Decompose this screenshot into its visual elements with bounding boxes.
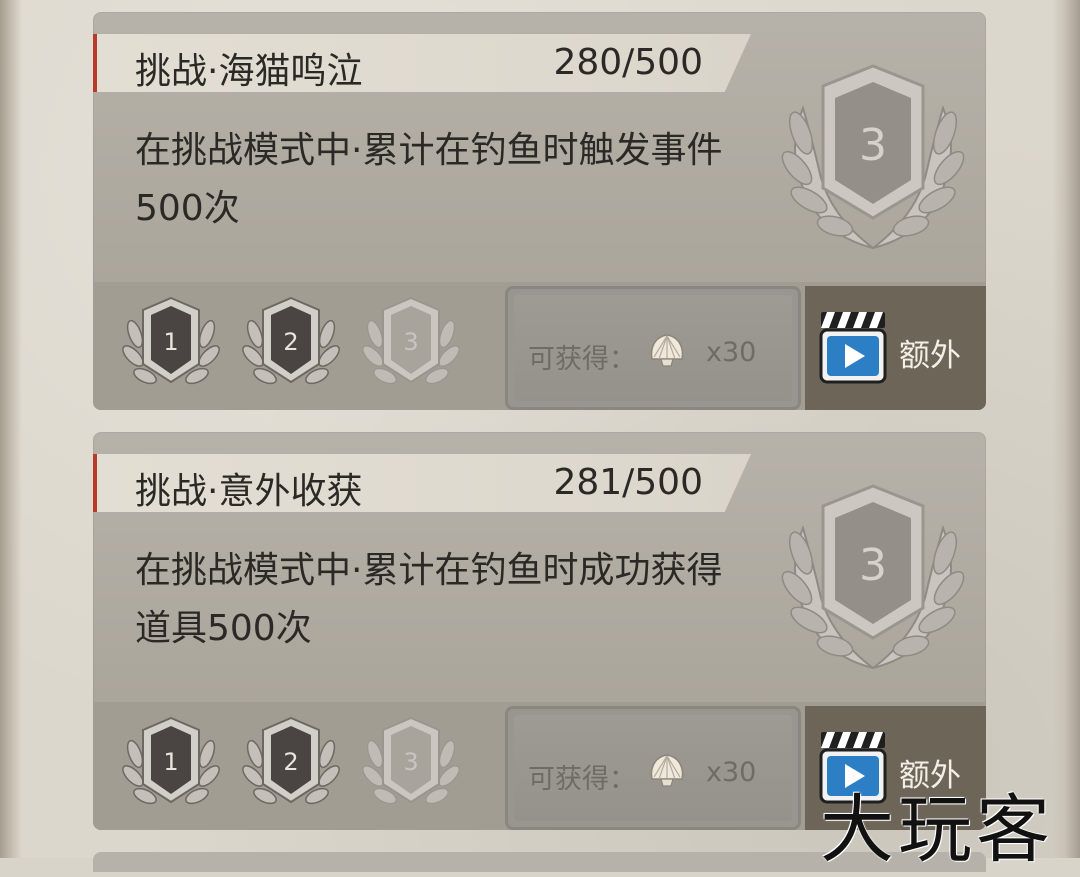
reward-quantity: x30 — [706, 337, 757, 368]
tier-2-medal-icon: 2 — [242, 296, 340, 385]
shell-icon — [650, 754, 684, 787]
achievement-title: 挑战·海猫鸣泣 — [135, 51, 363, 92]
parchment-left-edge — [0, 0, 22, 858]
current-tier-medal-icon: 3 — [781, 484, 965, 669]
shell-icon — [650, 334, 684, 367]
extra-reward-label: 额外 — [899, 338, 961, 374]
current-tier-number: 3 — [859, 540, 887, 591]
tier-3-medal-icon: 3 — [362, 716, 460, 805]
svg-text:1: 1 — [163, 328, 178, 356]
description-line: 道具500次 — [135, 608, 312, 649]
extra-reward-button[interactable]: 额外 — [805, 286, 986, 410]
svg-text:1: 1 — [163, 748, 178, 776]
achievement-title-bar: 挑战·海猫鸣泣 280/500 — [93, 34, 751, 92]
achievement-description: 在挑战模式中·累计在钓鱼时触发事件 500次 — [135, 122, 745, 238]
parchment-right-edge — [1052, 0, 1080, 858]
svg-text:2: 2 — [283, 328, 298, 356]
tier-2-medal-icon: 2 — [242, 716, 340, 805]
svg-text:3: 3 — [403, 748, 418, 776]
description-line: 500次 — [135, 188, 240, 229]
achievement-description: 在挑战模式中·累计在钓鱼时成功获得 道具500次 — [135, 542, 745, 658]
reward-label: 可获得： — [528, 344, 636, 375]
achievement-progress: 281/500 — [553, 462, 703, 503]
tier-medal-row: 1 2 3 — [121, 710, 501, 820]
reward-box: 可获得： x30 — [505, 706, 801, 830]
tier-3-medal-icon: 3 — [362, 296, 460, 385]
video-clapper-icon — [819, 312, 887, 384]
tier-medal-row: 1 2 3 — [121, 290, 501, 400]
achievement-title-bar: 挑战·意外收获 281/500 — [93, 454, 751, 512]
svg-text:2: 2 — [283, 748, 298, 776]
current-tier-number: 3 — [859, 120, 887, 171]
reward-quantity: x30 — [706, 757, 757, 788]
tier-1-medal-icon: 1 — [122, 716, 220, 805]
achievement-progress: 280/500 — [553, 42, 703, 83]
svg-text:3: 3 — [403, 328, 418, 356]
description-line: 在挑战模式中·累计在钓鱼时触发事件 — [135, 130, 723, 171]
achievement-card: 挑战·海猫鸣泣 280/500 在挑战模式中·累计在钓鱼时触发事件 500次 3 — [93, 12, 986, 410]
tier-1-medal-icon: 1 — [122, 296, 220, 385]
current-tier-medal-icon: 3 — [781, 64, 965, 249]
reward-label: 可获得： — [528, 764, 636, 795]
description-line: 在挑战模式中·累计在钓鱼时成功获得 — [135, 550, 723, 591]
watermark-text: 大玩客 — [820, 787, 1054, 873]
reward-box: 可获得： x30 — [505, 286, 801, 410]
achievement-title: 挑战·意外收获 — [135, 471, 363, 512]
